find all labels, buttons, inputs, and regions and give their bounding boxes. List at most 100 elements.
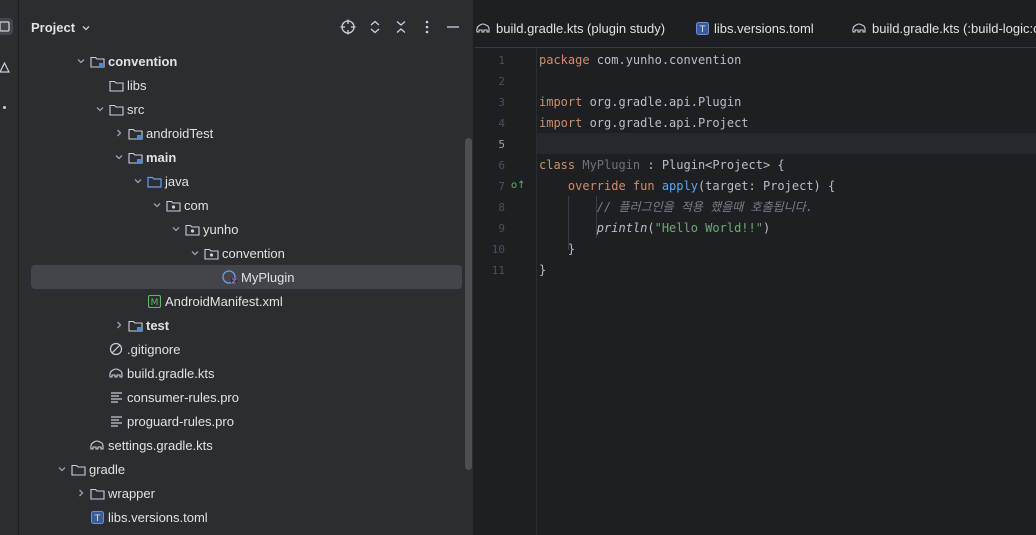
text-file-icon: [108, 389, 124, 405]
kotlin-class-icon: [222, 269, 238, 285]
project-panel: Project convention libs src androidTest main…: [19, 0, 474, 535]
expand-all-button[interactable]: [366, 18, 384, 36]
tree-item-androidtest[interactable]: androidTest: [19, 121, 474, 145]
crosshair-icon: [340, 19, 356, 35]
gradle-elephant-icon: [108, 365, 124, 381]
tree-item-label: settings.gradle.kts: [108, 437, 213, 453]
svg-text:T: T: [93, 514, 100, 524]
tree-item-main[interactable]: main: [19, 145, 474, 169]
tree-item-settings-gradle[interactable]: settings.gradle.kts: [19, 433, 474, 457]
ignore-file-icon: [108, 341, 124, 357]
tree-item-label: consumer-rules.pro: [127, 389, 239, 405]
chevron-down-icon[interactable]: [73, 53, 89, 69]
tree-item-gradle[interactable]: gradle: [19, 457, 474, 481]
project-view-selector[interactable]: Project: [31, 20, 91, 35]
tree-item-myplugin[interactable]: MyPlugin: [31, 265, 462, 289]
tree-item-build-gradle[interactable]: build.gradle.kts: [19, 361, 474, 385]
project-panel-header: Project: [19, 0, 474, 56]
tree-item-gitignore[interactable]: .gitignore: [19, 337, 474, 361]
chevron-down-icon[interactable]: [92, 101, 108, 117]
tab-build-gradle-build-logic[interactable]: build.gradle.kts (:build-logic:c: [851, 18, 1036, 38]
tree-item-label: convention: [108, 53, 178, 69]
line-number-current: 5: [498, 138, 505, 151]
code-line-7[interactable]: override fun apply (target: Project) {: [539, 175, 835, 196]
code-line-6[interactable]: class MyPlugin : Plugin<Project> {: [539, 154, 785, 175]
locate-file-button[interactable]: [339, 18, 357, 36]
code-line-4[interactable]: import org.gradle.api.Project: [539, 112, 749, 133]
tree-item-consumer-rules[interactable]: consumer-rules.pro: [19, 385, 474, 409]
hide-panel-button[interactable]: [444, 18, 462, 36]
chevron-right-icon[interactable]: [111, 317, 127, 333]
tree-item-proguard-rules[interactable]: proguard-rules.pro: [19, 409, 474, 433]
chevron-down-icon[interactable]: [168, 221, 184, 237]
chevron-down-icon[interactable]: [111, 149, 127, 165]
kebab-menu-icon: [425, 20, 429, 34]
tree-item-src[interactable]: src: [19, 97, 474, 121]
tab-libs-versions-toml[interactable]: T libs.versions.toml: [696, 18, 814, 38]
shapes-icon: [0, 62, 10, 73]
tree-item-libs-versions-toml[interactable]: Tlibs.versions.toml: [19, 505, 474, 529]
tab-build-gradle-plugin-study[interactable]: build.gradle.kts (plugin study): [475, 18, 665, 38]
tree-item-libs[interactable]: libs: [19, 73, 474, 97]
override-gutter-icon[interactable]: o↑: [511, 180, 526, 191]
tree-item-wrapper[interactable]: wrapper: [19, 481, 474, 505]
chevron-down-icon[interactable]: [149, 197, 165, 213]
line-number: 10: [491, 243, 505, 256]
chevron-right-icon[interactable]: [111, 125, 127, 141]
tool-window-strip: [0, 0, 19, 535]
chevron-right-icon[interactable]: [73, 485, 89, 501]
tree-item-label: .gitignore: [127, 341, 181, 357]
code-line-3[interactable]: import org.gradle.api.Plugin: [539, 91, 741, 112]
code-line-8[interactable]: // 플러그인을 적용 했을때 호출됩니다.: [539, 196, 813, 217]
tree-item-convention-package[interactable]: convention: [19, 241, 474, 265]
code-line-10[interactable]: }: [539, 238, 575, 259]
expand-icon: [370, 20, 380, 34]
module-icon: [89, 53, 105, 69]
line-number: 8: [498, 201, 505, 214]
code-line-1[interactable]: package com.yunho.convention: [539, 49, 741, 70]
code-line-11[interactable]: }: [539, 259, 546, 280]
tree-item-java[interactable]: java: [19, 169, 474, 193]
tree-item-com[interactable]: com: [19, 193, 474, 217]
editor-tabs: build.gradle.kts (plugin study) T libs.v…: [475, 0, 1036, 48]
svg-text:M: M: [150, 298, 158, 308]
module-folder-icon: [127, 317, 143, 333]
tab-label: libs.versions.toml: [714, 20, 814, 36]
svg-text:T: T: [699, 25, 706, 35]
tree-item-label: gradle: [89, 461, 126, 477]
folder-icon: [108, 101, 124, 117]
tree-item-androidmanifest[interactable]: M AndroidManifest.xml: [19, 289, 474, 313]
tree-item-label: yunho: [203, 221, 239, 237]
line-number: 9: [498, 222, 505, 235]
commit-toolwindow-button[interactable]: [0, 59, 13, 76]
tree-item-test[interactable]: test: [19, 313, 474, 337]
folder-icon: [70, 461, 86, 477]
line-number: 6: [498, 159, 505, 172]
tree-item-yunho[interactable]: yunho: [19, 217, 474, 241]
tree-item-label: convention: [222, 245, 285, 261]
source-folder-icon: [146, 173, 162, 189]
tree-item-label: com: [184, 197, 209, 213]
gradle-elephant-icon: [852, 23, 866, 33]
gradle-elephant-icon: [89, 437, 105, 453]
project-title: Project: [31, 20, 76, 35]
more-dot-icon[interactable]: [3, 106, 6, 109]
collapse-all-button[interactable]: [392, 18, 410, 36]
tree-item-convention-module[interactable]: convention: [19, 49, 474, 73]
tab-label: build.gradle.kts (plugin study): [496, 20, 666, 36]
tree-item-label: test: [146, 317, 170, 333]
chevron-down-icon[interactable]: [130, 173, 146, 189]
chevron-down-icon[interactable]: [187, 245, 203, 261]
chevron-down-icon[interactable]: [54, 461, 70, 477]
tree-item-label: androidTest: [146, 125, 214, 141]
tree-scrollbar[interactable]: [465, 138, 472, 470]
code-line-9[interactable]: println("Hello World!!"): [539, 217, 770, 238]
options-button[interactable]: [418, 18, 436, 36]
project-toolwindow-button[interactable]: [0, 18, 13, 35]
